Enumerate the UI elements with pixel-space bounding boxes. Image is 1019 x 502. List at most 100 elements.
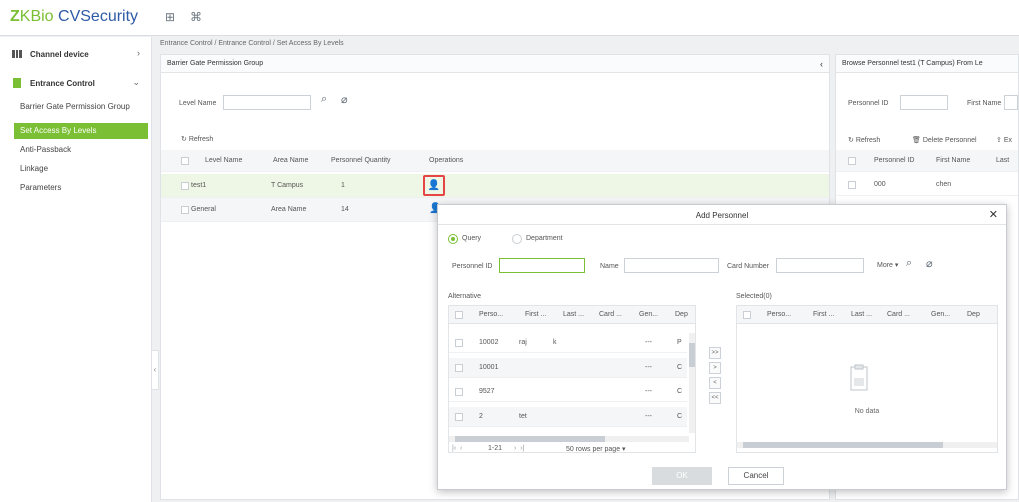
department-cell: P bbox=[677, 339, 682, 346]
apps-grid-icon[interactable]: ⊞ bbox=[165, 10, 175, 24]
column-header: Area Name bbox=[273, 157, 309, 164]
sidebar-item-anti-passback[interactable]: Anti-Passback bbox=[14, 142, 150, 158]
vertical-scrollbar[interactable] bbox=[689, 333, 695, 433]
name-label: Name bbox=[600, 263, 619, 270]
dialog-title: Add Personnel bbox=[695, 211, 749, 220]
personnel-id-label: Personnel ID bbox=[848, 100, 889, 107]
personnel-id-input[interactable] bbox=[900, 95, 948, 110]
list-item[interactable]: 10002 raj k --- P bbox=[449, 333, 687, 353]
personnel-id-cell: 2 bbox=[479, 413, 483, 420]
chevron-down-icon: ⌄ bbox=[132, 77, 140, 87]
table-header: Level Name Area Name Personnel Quantity … bbox=[161, 150, 829, 172]
search-icon[interactable]: ⌕ bbox=[321, 93, 327, 106]
add-personnel-icon[interactable]: 👤 bbox=[423, 175, 445, 196]
rows-per-page-label: 50 rows per page bbox=[566, 446, 621, 453]
row-checkbox[interactable] bbox=[455, 388, 463, 396]
select-all-checkbox[interactable] bbox=[455, 311, 463, 319]
row-checkbox[interactable] bbox=[848, 181, 856, 189]
add-personnel-dialog: Add Personnel ✕ Query Department Personn… bbox=[437, 204, 1007, 490]
sidebar: Channel device › Entrance Control ⌄ Barr… bbox=[0, 37, 152, 502]
export-button[interactable]: ⇪ Ex bbox=[996, 136, 1012, 144]
first-name-input[interactable] bbox=[1004, 95, 1018, 110]
table-header: Personnel ID First Name Last bbox=[836, 150, 1018, 172]
personnel-id-input[interactable] bbox=[499, 258, 585, 273]
cancel-button[interactable]: Cancel bbox=[728, 467, 784, 485]
table-row[interactable]: 000 chen bbox=[836, 174, 1018, 196]
breadcrumb: Entrance Control / Entrance Control / Se… bbox=[160, 40, 344, 47]
entrance-icon bbox=[13, 78, 21, 88]
horizontal-scrollbar[interactable] bbox=[737, 442, 997, 448]
move-all-left-button[interactable]: << bbox=[709, 392, 721, 404]
pager-nav-next[interactable]: › ›| bbox=[514, 445, 524, 452]
delete-label: Delete Personnel bbox=[922, 137, 977, 144]
sidebar-item-set-access[interactable]: Set Access By Levels bbox=[14, 123, 148, 139]
selected-list: Perso... First ... Last ... Card ... Gen… bbox=[736, 305, 998, 453]
column-header: First Name bbox=[936, 157, 971, 164]
dialog-header: Add Personnel ✕ bbox=[438, 205, 1006, 225]
select-all-checkbox[interactable] bbox=[743, 311, 751, 319]
row-checkbox[interactable] bbox=[455, 339, 463, 347]
pager-nav[interactable]: |‹ ‹ bbox=[452, 445, 466, 452]
row-checkbox[interactable] bbox=[181, 182, 189, 190]
move-right-button[interactable]: > bbox=[709, 362, 721, 374]
list-item[interactable]: 9527 --- C bbox=[449, 382, 687, 402]
refresh-button[interactable]: ↻ Refresh bbox=[848, 136, 880, 144]
sidebar-collapse-handle[interactable]: ‹ bbox=[151, 350, 159, 390]
column-header: Card ... bbox=[887, 311, 910, 318]
department-radio[interactable] bbox=[512, 234, 522, 244]
select-all-checkbox[interactable] bbox=[181, 157, 189, 165]
gender-cell: --- bbox=[645, 413, 652, 420]
rows-per-page-select[interactable]: 50 rows per page ▾ bbox=[566, 445, 626, 453]
sidebar-item-parameters[interactable]: Parameters bbox=[14, 180, 150, 196]
more-button[interactable]: More ▾ bbox=[877, 261, 898, 269]
personnel-id-cell: 000 bbox=[874, 181, 886, 188]
sidebar-item-barrier-gate[interactable]: Barrier Gate Permission Group bbox=[14, 99, 150, 115]
column-header: Perso... bbox=[767, 311, 792, 318]
alternative-list: Perso... First ... Last ... Card ... Gen… bbox=[448, 305, 696, 453]
personnel-id-cell: 10002 bbox=[479, 339, 499, 346]
department-cell: C bbox=[677, 364, 683, 371]
collapse-panel-icon[interactable]: ‹ bbox=[820, 59, 823, 69]
column-header: Dep bbox=[675, 311, 688, 318]
list-header: Perso... First ... Last ... Card ... Gen… bbox=[449, 306, 695, 324]
delete-personnel-button[interactable]: 🗑 Delete Personnel bbox=[912, 136, 977, 144]
close-icon[interactable]: ✕ bbox=[989, 208, 998, 221]
query-radio[interactable] bbox=[448, 234, 458, 244]
column-header: Last ... bbox=[563, 311, 585, 318]
column-header: Card ... bbox=[599, 311, 622, 318]
panel-header: Browse Personnel test1 (T Campus) From L… bbox=[836, 55, 1018, 73]
clear-icon[interactable]: ⌀ bbox=[926, 257, 933, 270]
app-logo: ZKBio CVSecurity bbox=[10, 8, 139, 25]
column-header: Last ... bbox=[851, 311, 873, 318]
row-checkbox[interactable] bbox=[455, 413, 463, 421]
gender-cell: --- bbox=[645, 339, 652, 346]
card-number-label: Card Number bbox=[727, 263, 770, 270]
horizontal-scrollbar[interactable] bbox=[449, 436, 689, 442]
select-all-checkbox[interactable] bbox=[848, 157, 856, 165]
department-cell: C bbox=[677, 413, 683, 420]
row-checkbox[interactable] bbox=[455, 364, 463, 372]
sidebar-item-linkage[interactable]: Linkage bbox=[14, 161, 150, 177]
table-row[interactable]: test1 T Campus 1 👤 bbox=[161, 174, 829, 198]
column-header: Gen... bbox=[639, 311, 659, 318]
sidebar-group-channel-device[interactable]: Channel device › bbox=[0, 42, 152, 68]
column-header: Dep bbox=[967, 311, 980, 318]
clear-icon[interactable]: ⌀ bbox=[341, 93, 348, 106]
move-all-right-button[interactable]: >> bbox=[709, 347, 721, 359]
search-icon[interactable]: ⌕ bbox=[906, 257, 912, 270]
selected-label: Selected(0) bbox=[736, 293, 772, 300]
card-number-input[interactable] bbox=[776, 258, 864, 273]
collapse-icon[interactable]: ⌘ bbox=[190, 10, 202, 24]
row-checkbox[interactable] bbox=[181, 206, 189, 214]
sidebar-group-entrance-control[interactable]: Entrance Control ⌄ bbox=[0, 71, 152, 97]
level-name-input[interactable] bbox=[223, 95, 311, 110]
list-item[interactable]: 2 tet --- C bbox=[449, 407, 687, 427]
refresh-button[interactable]: ↻ Refresh bbox=[181, 135, 213, 143]
top-bar: ZKBio CVSecurity ⊞ ⌘ bbox=[0, 0, 1019, 36]
column-header: Perso... bbox=[479, 311, 504, 318]
list-item[interactable]: 10001 --- C bbox=[449, 358, 687, 378]
panel-title: Barrier Gate Permission Group bbox=[167, 60, 264, 67]
name-input[interactable] bbox=[624, 258, 719, 273]
ok-button[interactable]: OK bbox=[652, 467, 712, 485]
move-left-button[interactable]: < bbox=[709, 377, 721, 389]
